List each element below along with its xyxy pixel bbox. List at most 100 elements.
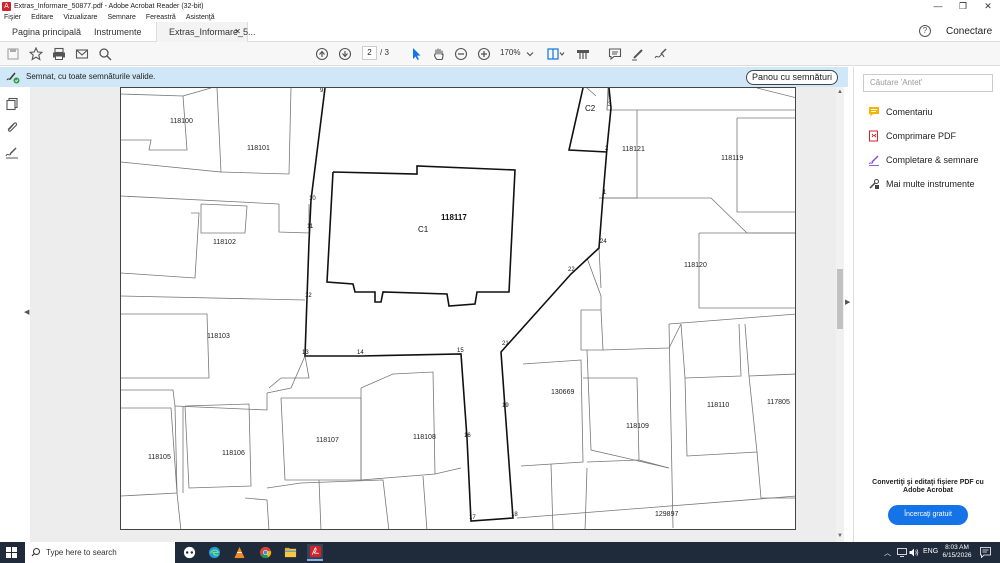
vertical-scrollbar[interactable]: ▲ ▼ [836, 87, 844, 542]
zoom-out-icon[interactable] [453, 46, 469, 62]
collapse-right-panel-icon[interactable]: ▶ [845, 298, 850, 306]
tab-home[interactable]: Pagina principală [12, 22, 81, 42]
parcel-label: 118117 [441, 213, 467, 222]
taskbar-search-placeholder: Type here to search [46, 548, 117, 557]
zoom-level[interactable]: 170% [500, 46, 538, 60]
edge-browser-icon[interactable] [206, 544, 222, 561]
select-cursor-icon[interactable] [408, 46, 424, 62]
tool-compress-pdf[interactable]: Comprimare PDF [868, 129, 956, 143]
signature-status-text: Semnat, cu toate semnăturile valide. [26, 72, 156, 81]
star-icon[interactable] [28, 46, 44, 62]
free-trial-button[interactable]: Încercaţi gratuit [888, 505, 968, 525]
next-page-icon[interactable] [337, 46, 353, 62]
zoom-in-icon[interactable] [476, 46, 492, 62]
save-icon[interactable] [5, 46, 21, 62]
hand-tool-icon[interactable] [431, 46, 447, 62]
point-label: 12 [305, 293, 312, 299]
building-label: C1 [418, 225, 429, 234]
tray-overflow-chevron-icon[interactable]: ︿ [884, 548, 891, 558]
email-icon[interactable] [74, 46, 90, 62]
scroll-mode-icon[interactable] [575, 46, 591, 62]
right-tools-panel: Căutare 'Antet' Comentariu Comprimare PD… [853, 67, 1000, 542]
search-icon[interactable] [97, 46, 113, 62]
fit-page-icon[interactable] [545, 46, 567, 62]
signin-button[interactable]: Conectare [946, 26, 992, 37]
comment-icon[interactable] [607, 46, 623, 62]
point-label: 19 [502, 403, 509, 409]
fill-sign-icon [868, 155, 879, 166]
taskbar-clock[interactable]: 8:03 AM 6/15/2026 [940, 544, 974, 560]
parcel-label: 118108 [413, 434, 436, 441]
menu-file[interactable]: Fişier [4, 14, 21, 21]
sign-icon[interactable] [653, 46, 669, 62]
tools-search-input[interactable]: Căutare 'Antet' [863, 74, 993, 92]
chrome-icon[interactable] [257, 544, 273, 561]
page-thumbnails-icon[interactable] [5, 97, 19, 111]
scrollbar-thumb[interactable] [837, 269, 843, 329]
parcel-label: 118100 [170, 118, 193, 125]
scroll-up-arrow-icon[interactable]: ▲ [836, 89, 844, 95]
close-window-button[interactable]: ✕ [976, 0, 1000, 12]
tab-close-icon[interactable]: ✕ [234, 22, 241, 42]
tool-label: Completare & semnare [886, 155, 979, 165]
signature-status-bar: Semnat, cu toate semnăturile valide. Pan… [0, 67, 848, 87]
more-tools-icon [869, 179, 879, 189]
parcel-label: 130669 [551, 389, 575, 396]
tab-tools[interactable]: Instrumente [94, 22, 142, 42]
signature-valid-icon [6, 72, 20, 84]
network-icon[interactable] [897, 548, 907, 557]
parcel-label: 129897 [655, 511, 679, 518]
help-icon[interactable]: ? [919, 25, 931, 37]
point-label: 15 [457, 348, 464, 354]
signature-panel-icon[interactable] [5, 145, 19, 159]
print-icon[interactable] [51, 46, 67, 62]
task-view-icon[interactable] [181, 544, 197, 561]
tool-more-tools[interactable]: Mai multe instrumente [868, 177, 975, 191]
menu-window[interactable]: Fereastră [146, 14, 176, 21]
document-viewport[interactable]: 118100 118101 118102 118103 118105 11810… [30, 87, 836, 542]
point-label: 21 [502, 341, 509, 347]
parcel-label: 118103 [207, 333, 230, 340]
left-navigation-rail [0, 87, 24, 542]
parcel-label: 118119 [721, 155, 744, 162]
file-explorer-icon[interactable] [282, 544, 298, 561]
page-total: / 3 [380, 48, 389, 57]
parcel-label: 118121 [622, 146, 645, 153]
page-number-input[interactable]: 2 [362, 46, 377, 60]
tool-comment[interactable]: Comentariu [868, 105, 933, 119]
menu-view[interactable]: Vizualizare [63, 14, 97, 21]
input-language[interactable]: ENG [923, 548, 938, 555]
signature-panel-button[interactable]: Panou cu semnături [746, 70, 838, 85]
tool-fill-sign[interactable]: Completare & semnare [868, 153, 979, 167]
taskbar-search-box[interactable]: Type here to search [25, 542, 175, 563]
tab-document[interactable]: Extras_Informare_5... ✕ [156, 22, 256, 42]
windows-taskbar: Type here to search ︿ ENG 8:03 AM 6/15/2… [0, 542, 1000, 563]
point-label: 13 [302, 350, 309, 356]
acrobat-reader-taskbar-icon[interactable] [307, 544, 323, 561]
tool-label: Mai multe instrumente [886, 179, 975, 189]
menu-bar: Fişier Editare Vizualizare Semnare Ferea… [0, 12, 1000, 22]
menu-help[interactable]: Asistenţă [186, 14, 215, 21]
point-label: 3 [608, 102, 612, 108]
scroll-down-arrow-icon[interactable]: ▼ [836, 533, 844, 539]
notifications-icon[interactable] [980, 547, 991, 558]
menu-edit[interactable]: Editare [31, 14, 53, 21]
minimize-button[interactable]: — [926, 0, 950, 12]
parcel-label: 118102 [213, 239, 236, 246]
tool-label: Comprimare PDF [886, 131, 957, 141]
highlight-pen-icon[interactable] [630, 46, 646, 62]
windows-start-icon[interactable] [6, 547, 17, 558]
attachment-icon[interactable] [5, 121, 19, 135]
volume-icon[interactable] [909, 548, 919, 557]
maximize-button[interactable]: ❐ [951, 0, 975, 12]
parcel-label: 118120 [684, 262, 707, 269]
point-label: 11 [307, 224, 314, 230]
vlc-icon[interactable] [231, 544, 247, 561]
menu-sign[interactable]: Semnare [107, 14, 135, 21]
parcel-label: 118105 [148, 454, 171, 461]
point-label: 14 [357, 350, 364, 356]
previous-page-icon[interactable] [314, 46, 330, 62]
parcel-label: 118109 [626, 423, 649, 430]
collapse-left-panel-icon[interactable]: ◀ [24, 308, 29, 316]
point-label: 17 [469, 515, 476, 521]
